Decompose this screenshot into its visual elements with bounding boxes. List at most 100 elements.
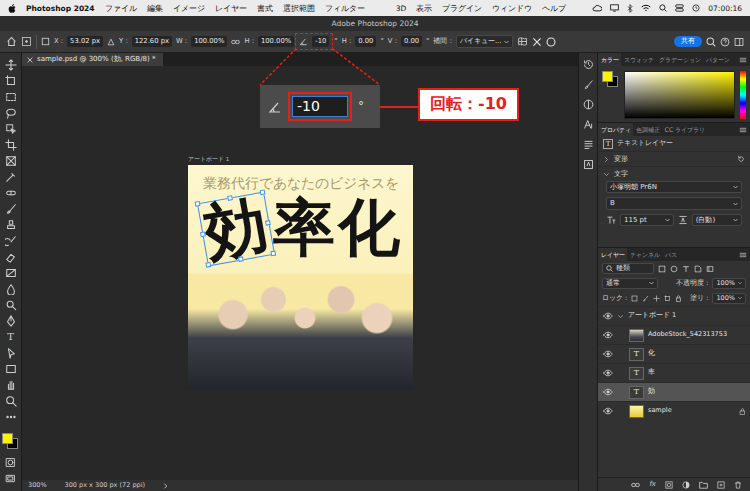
layer-row[interactable]: T率 bbox=[598, 363, 750, 382]
headline-char[interactable]: 化 bbox=[338, 197, 400, 261]
section-title[interactable]: 変形 bbox=[614, 155, 628, 163]
healing-tool[interactable] bbox=[0, 185, 21, 200]
transform-handle[interactable] bbox=[270, 250, 276, 256]
brush-tool-icon[interactable] bbox=[5, 203, 17, 215]
adjustments-icon[interactable] bbox=[583, 99, 594, 110]
chevron-right-icon[interactable] bbox=[163, 483, 168, 489]
eye-icon[interactable] bbox=[603, 330, 613, 340]
shape-filter-icon[interactable] bbox=[694, 265, 702, 273]
menu-item[interactable]: フィルター bbox=[325, 4, 365, 13]
more-tools-tool-icon[interactable] bbox=[5, 411, 17, 423]
path-select-tool-icon[interactable] bbox=[5, 347, 17, 359]
document-tab[interactable]: sample.psd @ 300% (効, RGB/8) * bbox=[22, 53, 163, 66]
lock-artboard-icon[interactable] bbox=[664, 295, 671, 302]
eye-icon[interactable] bbox=[603, 406, 613, 416]
crop-tool[interactable] bbox=[0, 137, 21, 152]
layer-name[interactable]: 化 bbox=[648, 350, 655, 358]
lasso-tool-icon[interactable] bbox=[5, 107, 17, 119]
delete-layer-icon[interactable] bbox=[734, 481, 742, 489]
menu-item[interactable]: レイヤー bbox=[215, 4, 247, 13]
marquee-tool[interactable] bbox=[0, 89, 21, 104]
headline-char[interactable]: 効 bbox=[199, 187, 273, 270]
search-icon[interactable] bbox=[706, 37, 716, 47]
marquee-tool-icon[interactable] bbox=[5, 91, 17, 103]
eyedropper-tool-icon[interactable] bbox=[5, 171, 17, 183]
blend-mode-dropdown[interactable]: 通常 bbox=[602, 278, 658, 290]
font-size-dropdown[interactable]: 115 pt bbox=[620, 214, 674, 226]
quick-mask-icon[interactable] bbox=[5, 457, 16, 468]
fill-field[interactable]: 100% bbox=[712, 293, 746, 305]
artboard-tool[interactable] bbox=[0, 73, 21, 88]
pixel-filter-icon[interactable] bbox=[658, 265, 666, 273]
lasso-tool[interactable] bbox=[0, 105, 21, 120]
control-center-icon[interactable] bbox=[675, 4, 684, 12]
lock-all-icon[interactable] bbox=[675, 295, 682, 302]
type-tool[interactable]: T bbox=[0, 329, 21, 344]
layer-style-button[interactable]: fx bbox=[649, 480, 656, 488]
panel-tab[interactable]: レイヤー bbox=[598, 248, 627, 261]
eye-icon[interactable] bbox=[603, 368, 613, 378]
w-field[interactable]: 100.00% bbox=[191, 36, 227, 46]
character-icon[interactable] bbox=[583, 119, 594, 130]
lock-paint-icon[interactable] bbox=[642, 295, 649, 302]
layer-name[interactable]: sample bbox=[648, 407, 672, 415]
healing-tool-icon[interactable] bbox=[5, 187, 17, 199]
glyphs-icon[interactable] bbox=[583, 159, 594, 170]
color-swatches[interactable] bbox=[602, 71, 619, 88]
eraser-tool-icon[interactable] bbox=[5, 251, 17, 263]
transform-handle[interactable] bbox=[259, 189, 265, 195]
lock-pixels-icon[interactable] bbox=[631, 295, 638, 302]
blur-tool[interactable] bbox=[0, 281, 21, 296]
history-brush-tool[interactable] bbox=[0, 233, 21, 248]
hand-tool[interactable] bbox=[0, 377, 21, 392]
frame-tool-icon[interactable] bbox=[5, 155, 17, 167]
menu-item[interactable]: ファイル bbox=[105, 4, 137, 13]
layer-name[interactable]: 率 bbox=[648, 369, 655, 377]
screen-mode-button[interactable] bbox=[0, 471, 21, 486]
x-field[interactable]: 53.02 px bbox=[67, 36, 103, 46]
clock[interactable]: 07:00:16 bbox=[708, 4, 742, 13]
y-field[interactable]: 122.60 px bbox=[132, 36, 172, 46]
stamp-tool-icon[interactable] bbox=[5, 219, 17, 231]
frame-tool[interactable] bbox=[0, 153, 21, 168]
layer-mask-icon[interactable] bbox=[665, 481, 673, 489]
relative-position-icon[interactable] bbox=[107, 38, 115, 46]
layer-filter-dropdown[interactable]: 種類 bbox=[602, 263, 654, 275]
layer-name[interactable]: アートボード 1 bbox=[628, 312, 676, 320]
h-field[interactable]: 100.00% bbox=[258, 36, 294, 46]
pen-tool[interactable] bbox=[0, 313, 21, 328]
panel-menu-icon[interactable] bbox=[739, 251, 747, 259]
creative-cloud-icon[interactable] bbox=[592, 4, 602, 12]
lock-position-icon[interactable] bbox=[653, 295, 660, 302]
panel-tab[interactable]: 色調補正 bbox=[633, 123, 662, 136]
zoom-tool[interactable] bbox=[0, 393, 21, 408]
brush-tool[interactable] bbox=[0, 201, 21, 216]
transform-handle[interactable] bbox=[265, 220, 271, 226]
people-photo[interactable] bbox=[188, 274, 413, 390]
home-icon[interactable] bbox=[6, 36, 17, 47]
display-icon[interactable] bbox=[610, 4, 619, 12]
type-tool-glyph[interactable]: T bbox=[7, 331, 14, 343]
color-swatches[interactable] bbox=[2, 433, 19, 450]
panel-tab[interactable]: チャンネル bbox=[627, 248, 662, 261]
foreground-color-swatch[interactable] bbox=[602, 71, 613, 82]
cancel-transform-icon[interactable] bbox=[532, 37, 542, 47]
object-select-tool[interactable] bbox=[0, 121, 21, 136]
color-field[interactable] bbox=[624, 71, 735, 119]
menu-item[interactable]: ヘルプ bbox=[542, 4, 566, 13]
properties-section[interactable]: 変形 bbox=[598, 151, 750, 166]
headline-char[interactable]: 率 bbox=[273, 197, 335, 261]
hue-slider[interactable] bbox=[740, 71, 746, 119]
bluetooth-icon[interactable] bbox=[627, 4, 633, 13]
wifi-icon[interactable] bbox=[641, 4, 651, 12]
visibility-toggle[interactable] bbox=[602, 311, 613, 322]
chevron-down-icon[interactable] bbox=[617, 313, 624, 320]
transform-handle[interactable] bbox=[237, 256, 243, 262]
subtitle-text[interactable]: 業務代行であなたのビジネスを bbox=[188, 175, 413, 192]
menu-item[interactable]: ウィンドウ bbox=[492, 4, 532, 13]
layer-row[interactable]: アートボード 1 bbox=[598, 306, 750, 325]
eraser-tool[interactable] bbox=[0, 249, 21, 264]
rectangle-tool[interactable] bbox=[0, 361, 21, 376]
eye-icon[interactable] bbox=[603, 311, 613, 321]
visibility-toggle[interactable] bbox=[602, 387, 613, 398]
